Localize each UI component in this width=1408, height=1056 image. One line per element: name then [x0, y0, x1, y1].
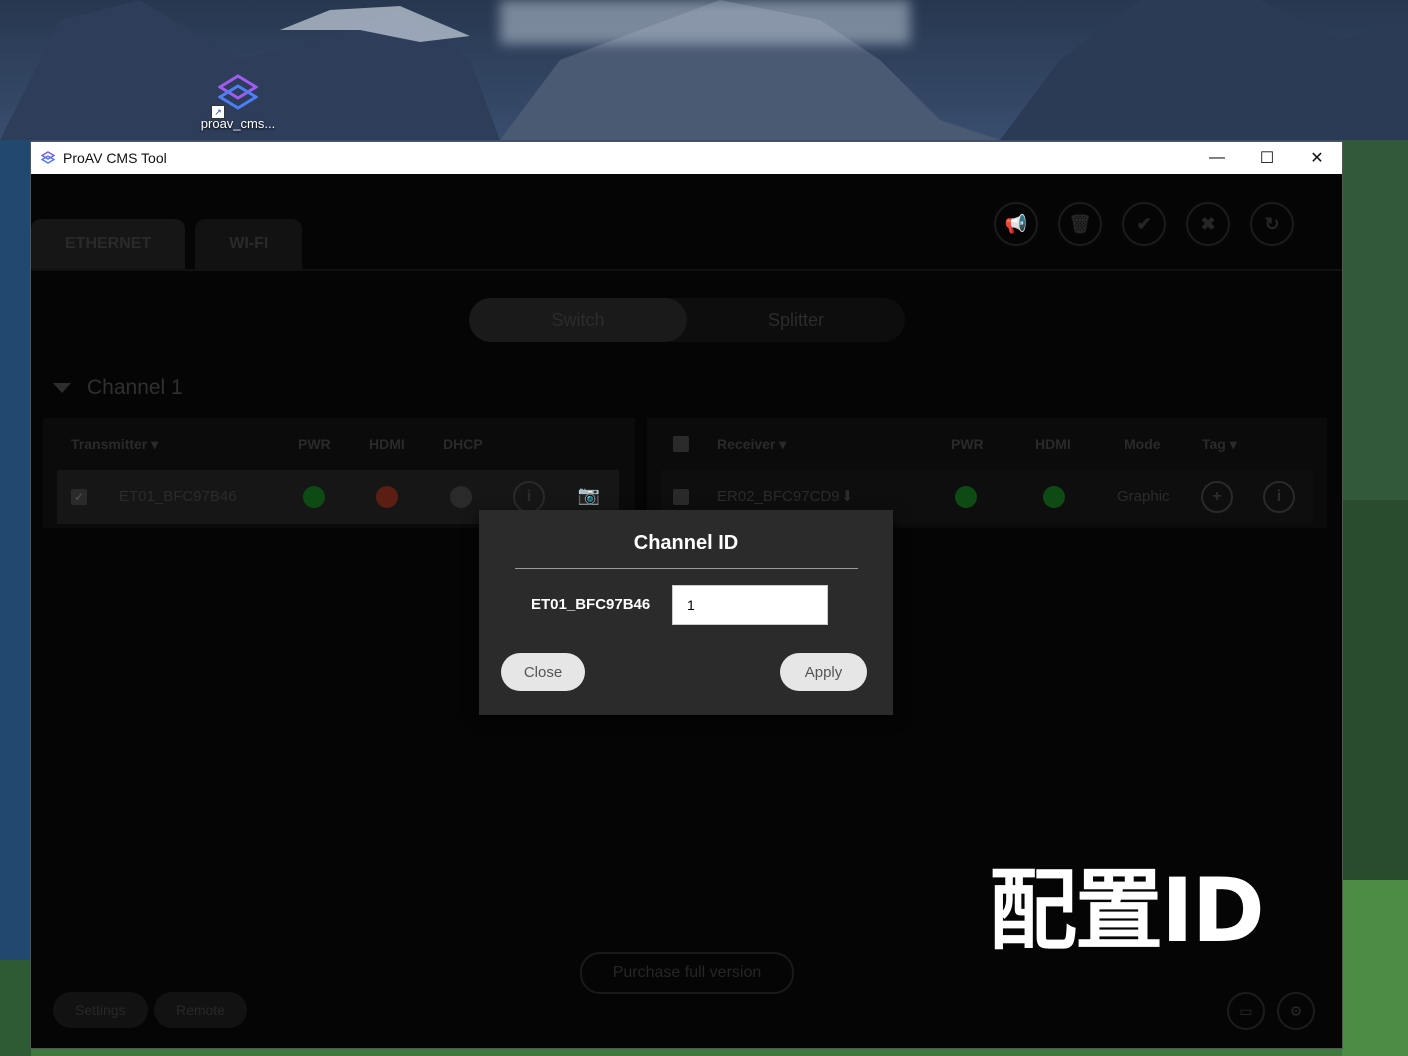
rx-pwr-header: PWR	[951, 436, 984, 452]
tx-dhcp-header: DHCP	[443, 436, 483, 452]
desktop-icon-label: proav_cms...	[200, 116, 276, 131]
receiver-name: ER02_BFC97CD9	[717, 488, 840, 505]
app-content: ETHERNET WI-FI 📢 🗑 ✔ ✖ ↻ Switch Splitter…	[31, 174, 1342, 1048]
mode-switch: Switch Splitter	[469, 298, 905, 342]
info-icon[interactable]: i	[513, 481, 545, 513]
row-checkbox[interactable]: ✓	[71, 489, 87, 505]
close-button[interactable]: Close	[501, 653, 585, 691]
download-icon[interactable]: ⬇	[841, 487, 854, 505]
maximize-button[interactable]: ☐	[1242, 142, 1292, 174]
settings-button[interactable]: Settings	[53, 992, 148, 1028]
tab-divider	[31, 269, 1342, 271]
gear-icon[interactable]: ⚙	[1277, 992, 1315, 1030]
purchase-button[interactable]: Purchase full version	[580, 952, 794, 994]
check-icon[interactable]: ✔	[1122, 202, 1166, 246]
pwr-status-dot	[303, 486, 325, 508]
title-bar[interactable]: ProAV CMS Tool — ☐ ✕	[31, 142, 1342, 174]
app-icon	[41, 151, 55, 164]
channel-id-input[interactable]	[672, 585, 828, 625]
receiver-header[interactable]: Receiver ▾	[717, 436, 786, 453]
tx-hdmi-header: HDMI	[369, 436, 405, 452]
row-checkbox[interactable]	[673, 489, 689, 505]
tab-ethernet[interactable]: ETHERNET	[31, 219, 186, 269]
apply-button[interactable]: Apply	[780, 653, 867, 691]
refresh-icon[interactable]: ↻	[1250, 202, 1294, 246]
shortcut-arrow-icon: ↗	[211, 105, 225, 119]
switch-mode-button[interactable]: Switch	[469, 298, 687, 342]
app-window: ProAV CMS Tool — ☐ ✕ ETHERNET WI-FI 📢 🗑 …	[31, 142, 1342, 1048]
monitor-icon[interactable]: ▭	[1227, 992, 1265, 1030]
channel-title: Channel 1	[87, 376, 183, 399]
toolbar: 📢 🗑 ✔ ✖ ↻	[994, 202, 1294, 246]
rx-mode-header: Mode	[1124, 436, 1161, 452]
add-tag-icon[interactable]: +	[1201, 481, 1233, 513]
device-id-label: ET01_BFC97B46	[531, 596, 651, 613]
channel-header[interactable]: Channel 1	[53, 376, 183, 400]
mode-value: Graphic	[1117, 488, 1170, 505]
collapse-triangle-icon	[53, 383, 71, 393]
rx-tag-header[interactable]: Tag ▾	[1202, 436, 1237, 453]
info-icon[interactable]: i	[1263, 481, 1295, 513]
pwr-status-dot	[955, 486, 977, 508]
window-title: ProAV CMS Tool	[63, 150, 167, 166]
transmitter-header[interactable]: Transmitter ▾	[71, 436, 158, 453]
overlay-caption: 配置ID	[989, 859, 1265, 962]
rx-hdmi-header: HDMI	[1035, 436, 1071, 452]
select-all-checkbox[interactable]	[673, 436, 689, 452]
trash-icon[interactable]: 🗑	[1058, 202, 1102, 246]
tab-wifi[interactable]: WI-FI	[195, 219, 303, 269]
tx-pwr-header: PWR	[298, 436, 331, 452]
blurred-region	[500, 0, 910, 44]
close-window-button[interactable]: ✕	[1292, 142, 1342, 174]
dhcp-status-dot	[450, 486, 472, 508]
close-icon[interactable]: ✖	[1186, 202, 1230, 246]
transmitter-name: ET01_BFC97B46	[119, 488, 237, 505]
desktop-shortcut[interactable]: ↗ proav_cms...	[196, 74, 280, 131]
minimize-button[interactable]: —	[1192, 142, 1242, 174]
hdmi-status-dot	[1043, 486, 1065, 508]
remote-button[interactable]: Remote	[154, 992, 248, 1028]
splitter-mode-button[interactable]: Splitter	[687, 298, 905, 342]
dialog-title: Channel ID	[633, 532, 739, 554]
megaphone-icon[interactable]: 📢	[994, 202, 1038, 246]
channel-id-dialog: Channel ID ET01_BFC97B46 Close Apply	[479, 510, 893, 715]
dialog-divider	[515, 568, 858, 569]
hdmi-status-dot	[376, 486, 398, 508]
camera-icon[interactable]: 📷	[575, 481, 603, 509]
network-tabs: ETHERNET WI-FI	[31, 219, 303, 269]
